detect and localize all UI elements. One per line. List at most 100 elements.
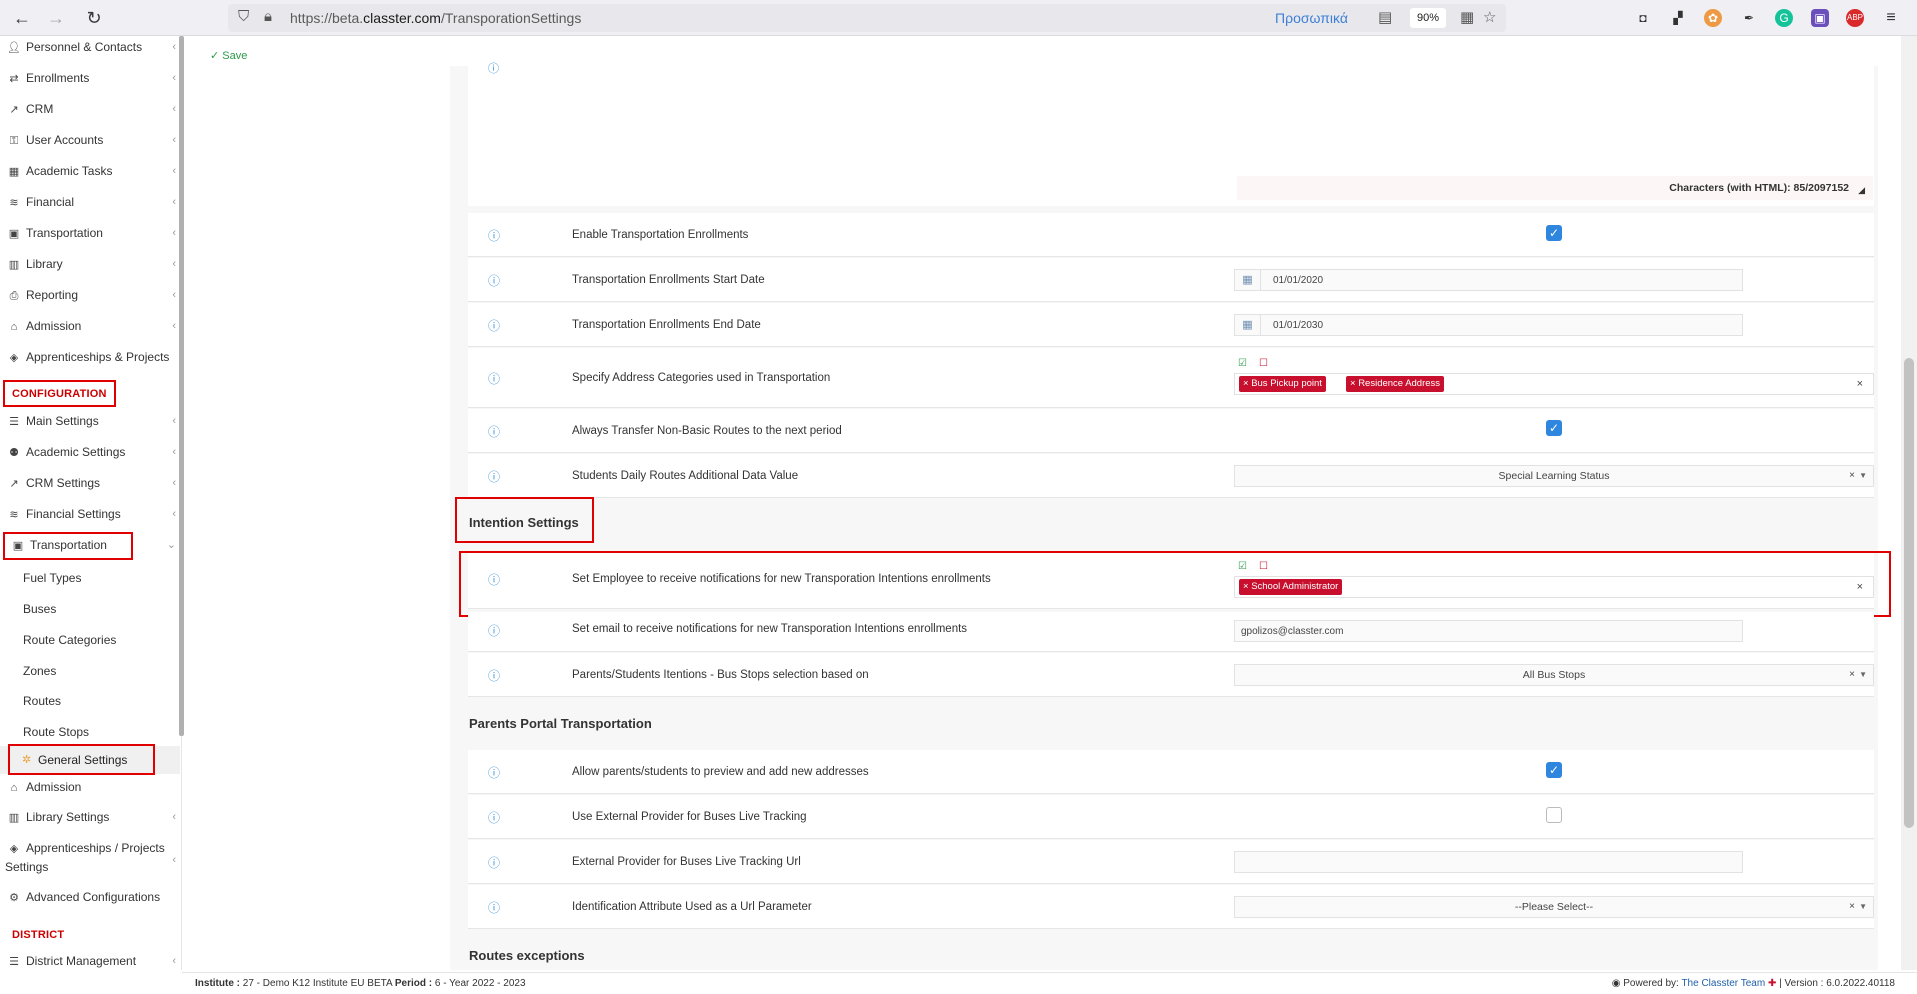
- calendar-icon[interactable]: ▦: [1235, 270, 1261, 290]
- sidebar-item-academic-settings[interactable]: ⚉ Academic Settings ‹: [0, 439, 180, 465]
- qr-icon[interactable]: ▦: [1460, 8, 1474, 26]
- info-icon[interactable]: ⓘ: [488, 370, 500, 387]
- clear-icon[interactable]: ×: [1849, 466, 1855, 486]
- sidebar-item-personnel[interactable]: 👤︎ Personnel & Contacts ‹: [0, 36, 180, 60]
- sidebar-item-transportation[interactable]: ▣ Transportation ‹: [0, 220, 180, 246]
- info-icon[interactable]: ⓘ: [488, 899, 500, 916]
- classter-logo-icon: ◉: [1611, 978, 1621, 989]
- bus-icon: ▣: [8, 228, 20, 240]
- info-icon[interactable]: ⓘ: [488, 468, 500, 485]
- reader-view-icon[interactable]: ▤: [1378, 8, 1392, 26]
- sidebar-sub-zones[interactable]: Zones: [23, 661, 56, 681]
- chevron-left-icon: ‹: [172, 508, 176, 520]
- sidebar-item-admission-settings[interactable]: ⌂ Admission: [0, 774, 180, 800]
- info-icon[interactable]: ⓘ: [488, 272, 500, 289]
- sidebar-sub-routes[interactable]: Routes: [23, 691, 61, 711]
- select-all-icon[interactable]: ☑: [1238, 358, 1247, 369]
- sidebar-item-admission[interactable]: ⌂ Admission ‹: [0, 313, 180, 339]
- chart-line-icon: ↗: [9, 104, 19, 116]
- enable-enrollments-checkbox[interactable]: ✓: [1546, 225, 1562, 241]
- highlight-notify-employee-row: [459, 551, 1891, 617]
- save-button[interactable]: ✓ Save: [210, 49, 247, 62]
- extension-icon[interactable]: ▣: [1811, 9, 1829, 27]
- sidebar-item-crm[interactable]: ↗ CRM ‹: [0, 96, 180, 122]
- bookmark-star-icon[interactable]: ☆: [1483, 8, 1496, 26]
- reload-icon[interactable]: ↻: [82, 6, 106, 30]
- daily-routes-data-select[interactable]: Special Learning Status × ▼: [1234, 465, 1874, 487]
- color-wheel-icon[interactable]: ✿: [1704, 9, 1722, 27]
- address-bar[interactable]: ⛉ 🔒︎ https://beta.classter.com/Transpora…: [228, 4, 1506, 32]
- external-provider-checkbox[interactable]: [1546, 807, 1562, 823]
- sidebar-item-financial[interactable]: ≋ Financial ‹: [0, 189, 180, 215]
- preview-addresses-checkbox[interactable]: ✓: [1546, 762, 1562, 778]
- sidebar-item-reporting[interactable]: ⎙ Reporting ‹: [0, 282, 180, 308]
- pocket-icon[interactable]: ◘: [1634, 9, 1652, 27]
- info-icon[interactable]: ⓘ: [488, 622, 500, 639]
- resize-handle-icon[interactable]: ◢: [1858, 178, 1865, 202]
- chevron-left-icon: ‹: [172, 258, 176, 270]
- sidebar-sub-route-categories[interactable]: Route Categories: [23, 630, 116, 650]
- sliders-icon: ☰: [9, 416, 19, 428]
- sidebar-sub-fuel-types[interactable]: Fuel Types: [23, 568, 81, 588]
- adblock-icon[interactable]: ABP: [1846, 9, 1864, 27]
- url-text[interactable]: https://beta.classter.com/TransporationS…: [290, 10, 581, 26]
- chevron-down-icon[interactable]: ▼: [1859, 897, 1867, 917]
- start-date-input[interactable]: ▦ 01/01/2020: [1234, 269, 1743, 291]
- identification-attribute-select[interactable]: --Please Select-- × ▼: [1234, 896, 1874, 918]
- sidebar-item-advanced-configurations[interactable]: ⚙ Advanced Configurations: [0, 884, 180, 910]
- info-icon[interactable]: ⓘ: [488, 854, 500, 871]
- sidebar-scrollbar[interactable]: [179, 36, 184, 736]
- transfer-routes-checkbox[interactable]: ✓: [1546, 420, 1562, 436]
- setting-row-preview-addresses: ⓘ Allow parents/students to preview and …: [468, 750, 1874, 794]
- sidebar-item-library-settings[interactable]: ▥ Library Settings ‹: [0, 804, 180, 830]
- info-icon[interactable]: ⓘ: [488, 227, 500, 244]
- notify-email-input[interactable]: gpolizos@classter.com: [1234, 620, 1743, 642]
- sidebar-item-library[interactable]: ▥ Library ‹: [0, 251, 180, 277]
- tracking-url-input[interactable]: [1234, 851, 1743, 873]
- tag-residence-address[interactable]: × Residence Address: [1346, 376, 1445, 392]
- calendar-icon[interactable]: ▦: [1235, 315, 1261, 335]
- info-icon[interactable]: ⓘ: [488, 60, 499, 76]
- info-icon[interactable]: ⓘ: [488, 764, 500, 781]
- back-icon[interactable]: ←: [10, 6, 34, 30]
- address-categories-multiselect[interactable]: × Bus Pickup point × Residence Address ×: [1234, 373, 1874, 395]
- sidebar-item-district-management[interactable]: ☰ District Management ‹: [0, 948, 180, 970]
- bus-stops-selection-select[interactable]: All Bus Stops × ▼: [1234, 664, 1874, 686]
- grammarly-icon[interactable]: G: [1775, 9, 1793, 27]
- deselect-all-icon[interactable]: ☐: [1259, 358, 1268, 369]
- info-icon[interactable]: ⓘ: [488, 809, 500, 826]
- chevron-down-icon[interactable]: ▼: [1859, 665, 1867, 685]
- info-icon[interactable]: ⓘ: [488, 423, 500, 440]
- sidebar-item-financial-settings[interactable]: ≋ Financial Settings ‹: [0, 501, 180, 527]
- end-date-input[interactable]: ▦ 01/01/2030: [1234, 314, 1743, 336]
- clear-icon[interactable]: ×: [1857, 378, 1863, 390]
- forward-icon[interactable]: →: [44, 6, 68, 30]
- chevron-left-icon: ‹: [172, 955, 176, 967]
- tag-bus-pickup-point[interactable]: × Bus Pickup point: [1239, 376, 1326, 392]
- sidebar-item-crm-settings[interactable]: ↗ CRM Settings ‹: [0, 470, 180, 496]
- eyedropper-icon[interactable]: ✒: [1740, 9, 1758, 27]
- sidebar-sub-route-stops[interactable]: Route Stops: [23, 722, 89, 742]
- highlight-general-settings: [8, 744, 155, 775]
- sidebar-item-enrollments[interactable]: ⇄ Enrollments ‹: [0, 65, 180, 91]
- menu-icon[interactable]: ≡: [1882, 9, 1900, 27]
- sidebar-item-academic-tasks[interactable]: ▦ Academic Tasks ‹: [0, 158, 180, 184]
- sidebar-item-main-settings[interactable]: ☰ Main Settings ‹: [0, 408, 180, 434]
- shield-icon[interactable]: ⛉: [238, 8, 249, 25]
- chevron-left-icon: ‹: [172, 289, 176, 301]
- sidebar-item-apprenticeships-settings[interactable]: ◈ Apprenticeships / Projects ‹: [0, 835, 180, 866]
- page-scrollbar-thumb[interactable]: [1904, 358, 1914, 828]
- classter-team-link[interactable]: The Classter Team: [1681, 978, 1765, 989]
- sidebar-sub-buses[interactable]: Buses: [23, 599, 56, 619]
- lock-icon[interactable]: 🔒︎: [264, 8, 272, 25]
- zoom-level[interactable]: 90%: [1410, 8, 1446, 28]
- clear-icon[interactable]: ×: [1849, 897, 1855, 917]
- chevron-down-icon[interactable]: ▼: [1859, 466, 1867, 486]
- clear-icon[interactable]: ×: [1849, 665, 1855, 685]
- sidebar-item-user-accounts[interactable]: ⚿ User Accounts ‹: [0, 127, 180, 153]
- sidebar-item-apprenticeships[interactable]: ◈ Apprenticeships & Projects: [0, 344, 180, 370]
- info-icon[interactable]: ⓘ: [488, 667, 500, 684]
- extensions-grid-icon[interactable]: ▞: [1669, 9, 1687, 27]
- info-icon[interactable]: ⓘ: [488, 317, 500, 334]
- profile-name[interactable]: Προσωπικά: [1275, 10, 1348, 26]
